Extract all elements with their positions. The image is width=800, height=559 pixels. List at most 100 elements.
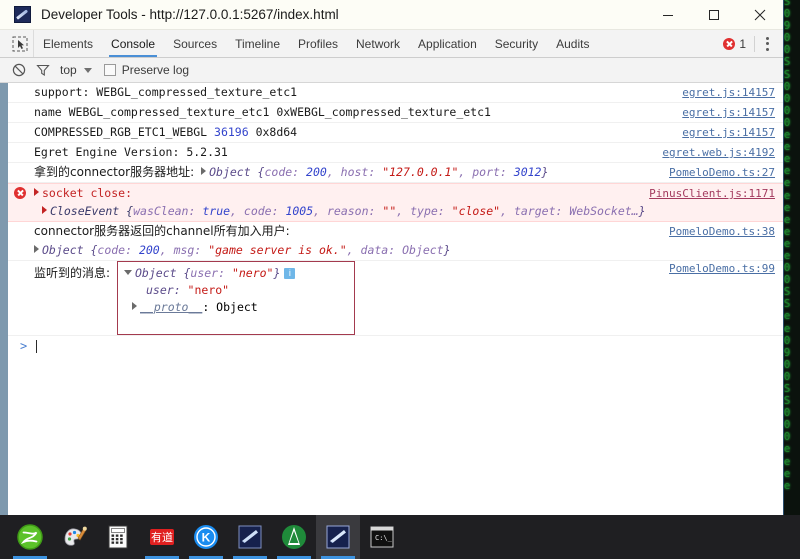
- source-link[interactable]: egret.js:14157: [682, 124, 775, 141]
- kingsoft-k-glyph: K: [194, 525, 218, 549]
- object-property-value: "nero": [187, 283, 230, 297]
- tab-audits[interactable]: Audits: [547, 30, 598, 57]
- svg-text:K: K: [202, 531, 211, 545]
- expand-triangle-icon[interactable]: [42, 206, 47, 214]
- console-error-detail-row[interactable]: CloseEvent {wasClean: true, code: 1005, …: [8, 202, 783, 222]
- tab-network[interactable]: Network: [347, 30, 409, 57]
- collapse-triangle-icon[interactable]: [124, 270, 132, 275]
- green-circle-glyph: [17, 524, 43, 550]
- object-property-line: user: "nero": [124, 282, 348, 299]
- object-value: 3012: [513, 165, 542, 179]
- tab-label: Application: [418, 36, 477, 51]
- egret-app-icon: [14, 6, 31, 23]
- object-value: true: [202, 204, 231, 218]
- object-key: wasClean:: [133, 204, 203, 218]
- object-preview[interactable]: Object {code: 200, msg: "game server is …: [42, 243, 451, 257]
- kebab-menu-icon[interactable]: [755, 30, 779, 58]
- tab-elements[interactable]: Elements: [34, 30, 102, 57]
- taskbar-icon-youdao[interactable]: 有道: [140, 515, 184, 559]
- object-proto-line[interactable]: __proto__: Object: [124, 299, 348, 316]
- console-row[interactable]: name WEBGL_compressed_texture_etc1 0xWEB…: [8, 103, 783, 123]
- source-link[interactable]: PomeloDemo.ts:99: [669, 262, 775, 275]
- expand-triangle-icon[interactable]: [34, 188, 39, 196]
- taskbar-icon-green-circle[interactable]: [8, 515, 52, 559]
- source-link[interactable]: PinusClient.js:1171: [649, 185, 775, 202]
- calculator-glyph: [108, 525, 128, 549]
- taskbar-icon-kingsoft-k[interactable]: K: [184, 515, 228, 559]
- console-row[interactable]: connector服务器返回的channel所有加入用户: PomeloDemo…: [8, 222, 783, 241]
- object-open: Object {: [209, 165, 265, 179]
- object-value: "127.0.0.1": [382, 165, 459, 179]
- object-value: 200: [306, 165, 327, 179]
- tab-timeline[interactable]: Timeline: [226, 30, 289, 57]
- tab-profiles[interactable]: Profiles: [289, 30, 347, 57]
- svg-text:有道: 有道: [151, 530, 173, 544]
- tab-label: Timeline: [235, 36, 280, 51]
- tab-console[interactable]: Console: [102, 30, 164, 57]
- tab-label: Network: [356, 36, 401, 51]
- inspect-element-icon[interactable]: [6, 30, 34, 57]
- console-number-value: 36196: [214, 125, 249, 139]
- filter-funnel-icon[interactable]: [36, 63, 50, 77]
- object-preview[interactable]: Object {code: 200, host: "127.0.0.1", po…: [209, 165, 548, 179]
- source-link[interactable]: egret.js:14157: [682, 84, 775, 101]
- object-open: CloseEvent {: [50, 204, 134, 218]
- console-input[interactable]: [36, 339, 38, 353]
- minimize-button[interactable]: [645, 0, 691, 30]
- tab-label: Elements: [43, 36, 94, 51]
- object-header-line[interactable]: Object {user: "nero"} i: [124, 265, 348, 282]
- taskbar-icon-terminal[interactable]: C:\_: [360, 515, 404, 559]
- preserve-log-label: Preserve log: [121, 63, 190, 77]
- taskbar-icon-egret-wing[interactable]: [228, 515, 272, 559]
- clear-console-icon[interactable]: [12, 63, 26, 77]
- object-key: , code:: [230, 204, 286, 218]
- console-message-text: Egret Engine Version: 5.2.31: [34, 145, 228, 159]
- window-controls: [645, 0, 783, 30]
- console-message-list[interactable]: support: WEBGL_compressed_texture_etc1 e…: [0, 83, 783, 515]
- object-key: code:: [97, 243, 139, 257]
- expand-triangle-icon[interactable]: [132, 302, 137, 310]
- console-row-expanded-object[interactable]: 监听到的消息: PomeloDemo.ts:99 Object {user: "…: [8, 261, 783, 336]
- console-row[interactable]: COMPRESSED_RGB_ETC1_WEBGL 36196 0x8d64 e…: [8, 123, 783, 143]
- console-prompt-row[interactable]: >: [8, 336, 783, 356]
- error-count-badge[interactable]: 1: [723, 35, 755, 52]
- expand-triangle-icon[interactable]: [34, 245, 39, 253]
- expand-triangle-icon[interactable]: [201, 167, 207, 175]
- source-link[interactable]: egret.web.js:4192: [662, 144, 775, 161]
- source-link[interactable]: egret.js:14157: [682, 104, 775, 121]
- taskbar-icon-calculator[interactable]: [96, 515, 140, 559]
- execution-context-select[interactable]: top: [60, 63, 92, 77]
- error-circle-icon: [723, 37, 736, 50]
- console-row[interactable]: support: WEBGL_compressed_texture_etc1 e…: [8, 83, 783, 103]
- object-close: }: [638, 204, 646, 218]
- error-object-preview[interactable]: CloseEvent {wasClean: true, code: 1005, …: [50, 204, 646, 218]
- window-titlebar[interactable]: Developer Tools - http://127.0.0.1:5267/…: [0, 0, 783, 30]
- console-row[interactable]: Egret Engine Version: 5.2.31 egret.web.j…: [8, 143, 783, 163]
- object-preview: Object {user: "nero"}: [135, 266, 280, 280]
- tab-label: Audits: [556, 36, 590, 51]
- tab-sources[interactable]: Sources: [164, 30, 226, 57]
- taskbar-icon-egret-devtools[interactable]: [316, 515, 360, 559]
- expanded-object-box[interactable]: Object {user: "nero"} i user: "nero" __pr…: [117, 261, 355, 335]
- tab-security[interactable]: Security: [486, 30, 547, 57]
- object-property-key: user:: [146, 283, 188, 297]
- taskbar-icon-paint-palette[interactable]: [52, 515, 96, 559]
- source-link[interactable]: PomeloDemo.ts:38: [669, 223, 775, 240]
- tab-application[interactable]: Application: [409, 30, 486, 57]
- proto-separator: :: [202, 300, 217, 314]
- console-message-label: 拿到的connector服务器地址:: [34, 165, 195, 179]
- info-badge-icon[interactable]: i: [284, 268, 296, 279]
- close-button[interactable]: [737, 0, 783, 30]
- preserve-log-checkbox[interactable]: Preserve log: [103, 63, 190, 77]
- devtools-tabstrip: Elements Console Sources Timeline Profil…: [0, 30, 783, 58]
- console-error-row[interactable]: socket close: PinusClient.js:1171: [8, 183, 783, 202]
- devtools-window: Developer Tools - http://127.0.0.1:5267/…: [0, 0, 784, 515]
- source-link[interactable]: PomeloDemo.ts:27: [669, 164, 775, 181]
- console-row-object[interactable]: Object {code: 200, msg: "game server is …: [8, 241, 783, 261]
- console-row[interactable]: 拿到的connector服务器地址: Object {code: 200, ho…: [8, 163, 783, 183]
- maximize-button[interactable]: [691, 0, 737, 30]
- taskbar-icon-green-tree[interactable]: [272, 515, 316, 559]
- paint-palette-glyph: [64, 526, 87, 546]
- object-key: code:: [264, 165, 307, 179]
- object-value: Object: [402, 243, 444, 257]
